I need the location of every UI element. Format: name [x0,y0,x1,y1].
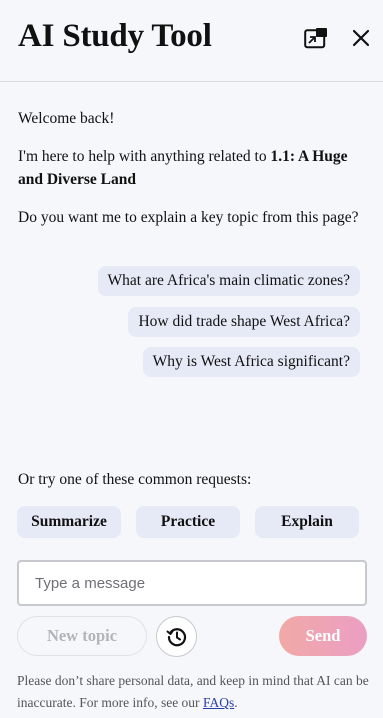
send-button[interactable]: Send [279,616,367,656]
explain-chip[interactable]: Explain [255,506,359,538]
header: AI Study Tool [0,0,383,82]
history-button[interactable] [156,616,197,657]
suggestion-climatic-zones[interactable]: What are Africa's main climatic zones? [97,266,360,296]
disclaimer-end: . [234,695,238,710]
popout-window-icon [304,28,327,49]
common-requests: Summarize Practice Explain [17,506,360,538]
summarize-chip[interactable]: Summarize [17,506,121,538]
disclaimer: Please don’t share personal data, and ke… [17,670,372,714]
suggestion-west-africa-significant[interactable]: Why is West Africa significant? [142,347,360,377]
suggestion-trade-west-africa[interactable]: How did trade shape West Africa? [128,307,360,337]
intro-text: I'm here to help with anything related t… [18,148,271,165]
faq-link[interactable]: FAQs [203,695,234,710]
app-title: AI Study Tool [18,18,212,54]
welcome-message: Welcome back! [18,110,115,127]
close-icon [352,29,370,47]
practice-chip[interactable]: Practice [136,506,240,538]
new-topic-button[interactable]: New topic [17,616,147,656]
intro-message: I'm here to help with anything related t… [18,145,363,191]
popout-button[interactable] [303,25,329,51]
disclaimer-text: Please don’t share personal data, and ke… [17,673,369,710]
question-message: Do you want me to explain a key topic fr… [18,209,359,226]
message-input[interactable] [17,560,367,606]
common-requests-label: Or try one of these common requests: [18,471,252,488]
close-button[interactable] [348,25,374,51]
history-icon [166,627,186,646]
